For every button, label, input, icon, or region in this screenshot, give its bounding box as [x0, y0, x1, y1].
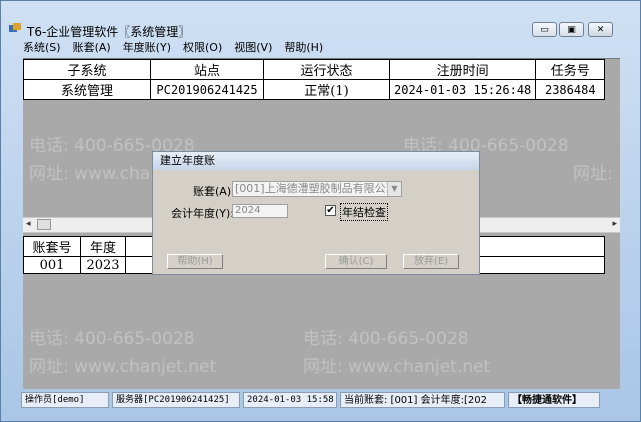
table-cell: 系统管理 [23, 79, 151, 100]
app-icon [9, 23, 21, 32]
process-table-header: 子系统 站点 运行状态 注册时间 任务号 [23, 59, 606, 80]
account-label: 账套(A): [193, 185, 235, 198]
close-icon: ✕ [596, 24, 605, 35]
title-bar[interactable]: T6-企业管理软件〖系统管理〗 ▭ ▣ ✕ [1, 1, 640, 39]
watermark-site: 网址: www.chanjet.net [29, 357, 217, 377]
column-header[interactable]: 子系统 [23, 59, 151, 80]
create-year-account-dialog: 建立年度账 账套(A): [001]上海德澧塑胶制品有限公司 ▼ 会计年度(Y)… [152, 151, 480, 275]
status-bar: 操作员[demo] 服务器[PC201906241425] 2024-01-03… [21, 392, 621, 410]
scroll-left-icon[interactable]: ◂ [26, 219, 31, 229]
table-row[interactable]: 系统管理 PC201906241425 正常(1) 2024-01-03 15:… [23, 79, 606, 100]
minimize-icon: ▭ [540, 24, 549, 35]
column-header[interactable]: 年度 [80, 236, 126, 257]
scroll-right-icon[interactable]: ▸ [612, 219, 617, 229]
cancel-button[interactable]: 放弃(E) [403, 254, 459, 269]
column-header[interactable]: 运行状态 [263, 59, 390, 80]
status-operator: 操作员[demo] [21, 392, 109, 408]
process-table: 子系统 站点 运行状态 注册时间 任务号 系统管理 PC201906241425… [23, 59, 606, 100]
table-cell: 001 [23, 256, 81, 274]
year-input[interactable]: 2024 [232, 204, 288, 218]
column-header[interactable]: 账套号 [23, 236, 81, 257]
account-value: [001]上海德澧塑胶制品有限公司 [235, 182, 397, 195]
account-combobox[interactable]: [001]上海德澧塑胶制品有限公司 ▼ [232, 181, 402, 197]
scroll-thumb[interactable] [37, 219, 51, 230]
menu-help[interactable]: 帮助(H) [284, 41, 323, 57]
watermark-site: 网址: [573, 164, 613, 184]
year-end-check-label[interactable]: 年结检查 [340, 203, 388, 221]
help-button[interactable]: 帮助(H) [167, 254, 223, 269]
close-button[interactable]: ✕ [588, 22, 613, 37]
menu-system[interactable]: 系统(S) [23, 41, 61, 57]
table-cell: PC201906241425 [150, 79, 264, 100]
confirm-button[interactable]: 确认(C) [325, 254, 387, 269]
window-title: T6-企业管理软件〖系统管理〗 [27, 25, 191, 39]
menu-permission[interactable]: 权限(O) [183, 41, 222, 57]
table-cell: 2023 [80, 256, 126, 274]
status-brand: 【畅捷通软件】 [508, 392, 600, 408]
table-cell: 2024-01-03 15:26:48 [388, 79, 537, 100]
status-server: 服务器[PC201906241425] [112, 392, 240, 408]
column-header[interactable]: 注册时间 [388, 59, 537, 80]
dialog-title[interactable]: 建立年度账 [153, 152, 479, 170]
menu-account[interactable]: 账套(A) [73, 41, 111, 57]
table-cell: 2386484 [535, 79, 606, 100]
table-cell: 正常(1) [263, 79, 390, 100]
watermark-phone: 电话: 400-665-0028 [303, 329, 469, 349]
watermark-phone: 电话: 400-665-0028 [29, 329, 195, 349]
year-end-check-checkbox[interactable]: ✔ [325, 205, 336, 216]
menu-bar: 系统(S) 账套(A) 年度账(Y) 权限(O) 视图(V) 帮助(H) [23, 41, 335, 57]
status-datetime: 2024-01-03 15:58 [243, 392, 337, 408]
status-current-account: 当前账套: [001] 会计年度:[202 [340, 392, 505, 408]
chevron-down-icon[interactable]: ▼ [387, 182, 401, 196]
menu-view[interactable]: 视图(V) [234, 41, 272, 57]
main-window: T6-企业管理软件〖系统管理〗 ▭ ▣ ✕ 系统(S) 账套(A) 年度账(Y)… [0, 0, 641, 422]
year-label: 会计年度(Y): [171, 207, 235, 220]
minimize-button[interactable]: ▭ [532, 22, 557, 37]
menu-year-account[interactable]: 年度账(Y) [123, 41, 171, 57]
column-header[interactable]: 站点 [150, 59, 264, 80]
column-header[interactable]: 任务号 [535, 59, 606, 80]
restore-icon: ▣ [567, 24, 576, 35]
restore-button[interactable]: ▣ [559, 22, 584, 37]
checkmark-icon: ✔ [326, 205, 335, 216]
watermark-site: 网址: www.chanjet.net [303, 357, 491, 377]
